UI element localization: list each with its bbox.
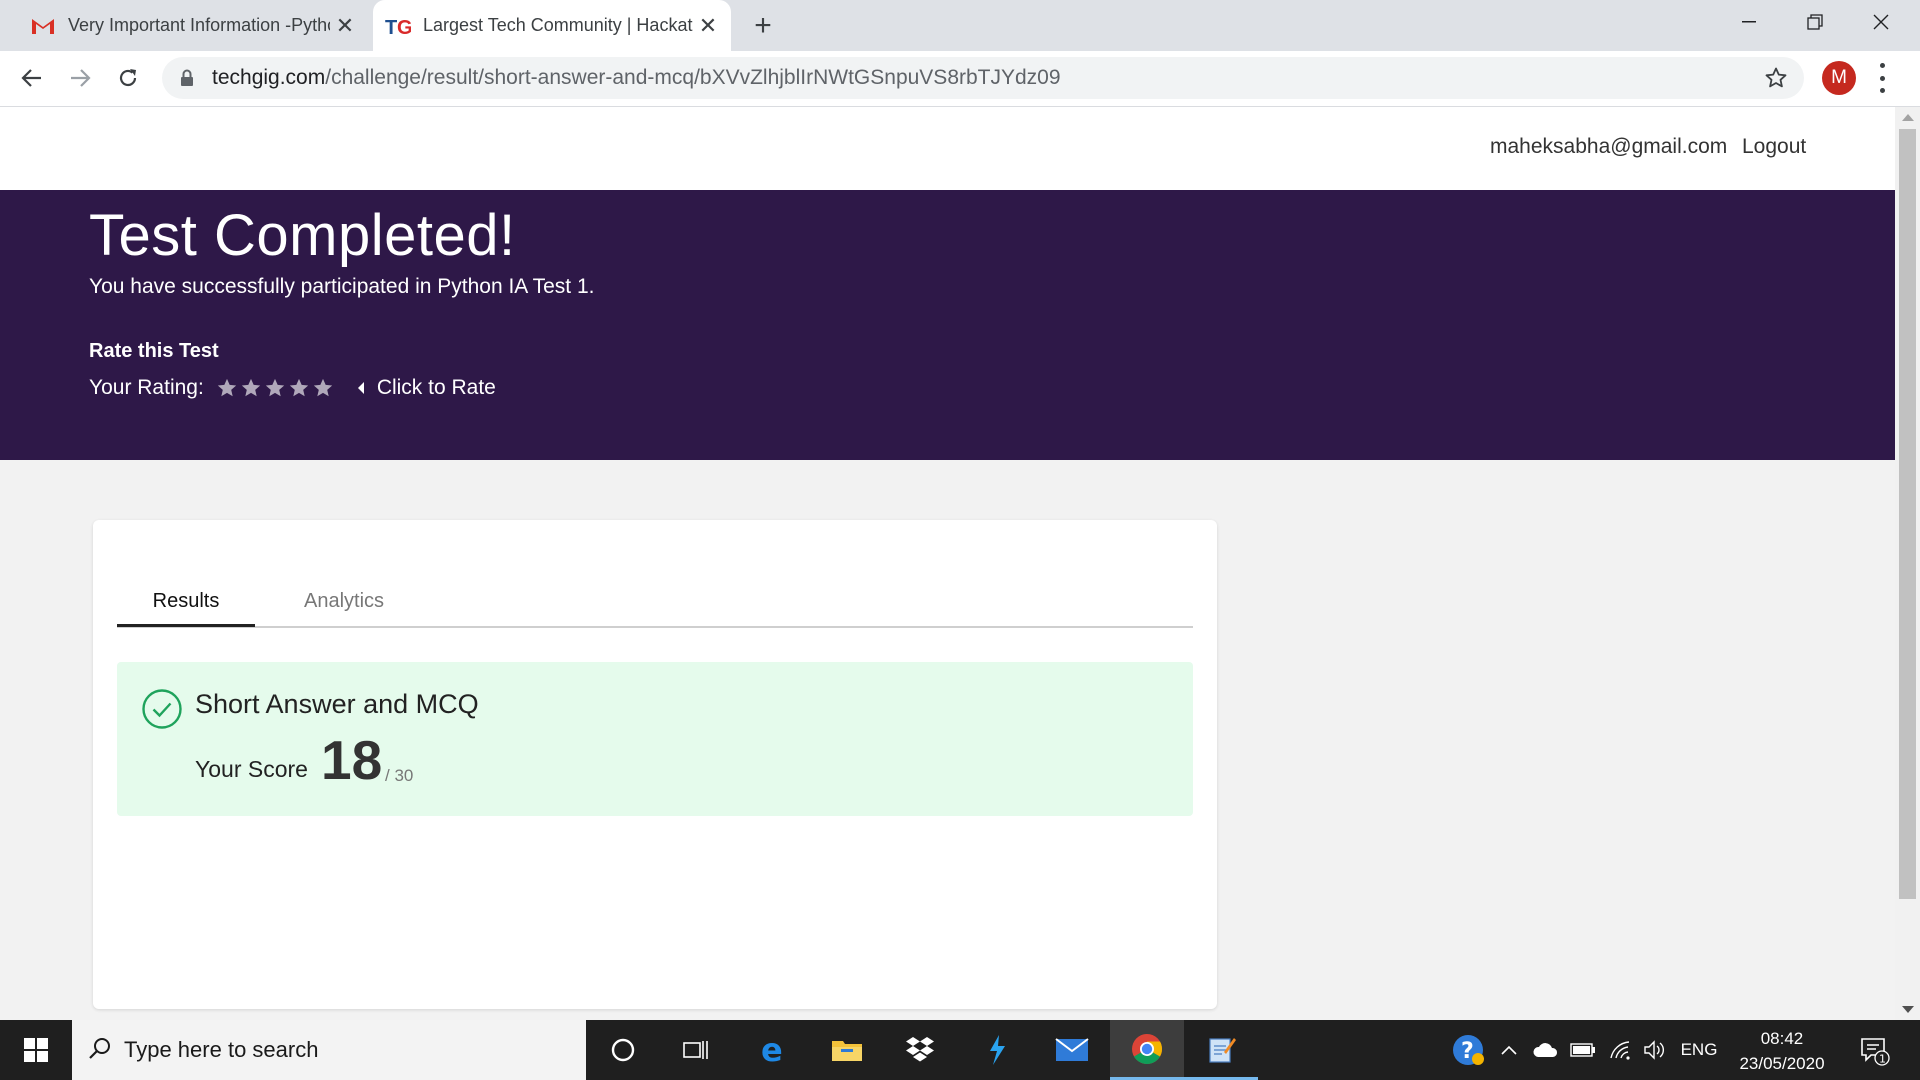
- search-placeholder: Type here to search: [124, 1037, 319, 1062]
- logout-link[interactable]: Logout: [1742, 135, 1806, 159]
- star-icon[interactable]: [288, 377, 310, 399]
- notification-count: 1: [1879, 1053, 1886, 1066]
- dropbox-icon[interactable]: [883, 1020, 957, 1080]
- page-viewport: maheksabha@gmail.com Logout Test Complet…: [0, 107, 1895, 1020]
- page-title: Test Completed!: [89, 203, 516, 268]
- svg-text:e: e: [761, 1035, 783, 1065]
- star-icon[interactable]: [312, 377, 334, 399]
- caret-left-icon: [357, 382, 364, 394]
- battery-icon[interactable]: [1568, 1020, 1598, 1080]
- rating-row: Your Rating: Click to Rate: [89, 376, 496, 400]
- score-total: / 30: [385, 766, 414, 785]
- browser-toolbar: techgig.com/challenge/result/short-answe…: [0, 51, 1920, 107]
- browser-tab-techgig[interactable]: TG Largest Tech Community | Hackathon ✕: [373, 0, 731, 51]
- section-title: Short Answer and MCQ: [195, 689, 479, 719]
- help-icon[interactable]: ?: [1446, 1020, 1490, 1080]
- svg-text:T: T: [385, 17, 397, 38]
- browser-tab-strip: Very Important Information -Python ✕ TG …: [0, 0, 1920, 51]
- user-email[interactable]: maheksabha@gmail.com: [1490, 135, 1727, 159]
- star-rating[interactable]: [216, 377, 336, 399]
- section-result: Short Answer and MCQ Your Score 18 / 30: [117, 662, 1193, 816]
- address-bar[interactable]: techgig.com/challenge/result/short-answe…: [162, 57, 1804, 99]
- click-to-rate-hint: Click to Rate: [376, 376, 496, 399]
- gmail-icon: [30, 13, 56, 39]
- restore-icon[interactable]: [1782, 0, 1848, 44]
- rate-heading: Rate this Test: [89, 340, 219, 362]
- clock-date: 23/05/2020: [1739, 1054, 1825, 1073]
- scrollbar-thumb[interactable]: [1899, 129, 1916, 899]
- techgig-icon: TG: [385, 13, 411, 39]
- forward-icon[interactable]: [62, 60, 98, 96]
- score-value: 18: [321, 729, 383, 791]
- taskbar-clock[interactable]: 08:42 23/05/2020: [1726, 1026, 1838, 1076]
- score-label: Your Score: [195, 756, 308, 782]
- taskbar-search-input[interactable]: Type here to search: [72, 1020, 586, 1080]
- edge-icon[interactable]: e: [737, 1020, 811, 1080]
- back-icon[interactable]: [14, 60, 50, 96]
- browser-tab-gmail[interactable]: Very Important Information -Python ✕: [18, 0, 368, 51]
- windows-taskbar: Type here to search e ? ENG 08:42 23/05/…: [0, 1020, 1920, 1080]
- task-view-icon[interactable]: [659, 1020, 733, 1080]
- search-icon: [88, 1036, 112, 1065]
- bookmark-star-icon[interactable]: [1764, 66, 1788, 95]
- notepad-app-icon[interactable]: [1184, 1020, 1258, 1080]
- mail-icon[interactable]: [1035, 1020, 1109, 1080]
- scroll-up-icon[interactable]: [1902, 114, 1914, 121]
- svg-text:?: ?: [1461, 1039, 1474, 1064]
- chrome-icon[interactable]: [1110, 1020, 1184, 1080]
- star-icon[interactable]: [216, 377, 238, 399]
- onedrive-icon[interactable]: [1530, 1020, 1560, 1080]
- language-indicator[interactable]: ENG: [1674, 1020, 1724, 1080]
- tab-analytics[interactable]: Analytics: [284, 590, 404, 626]
- lock-icon: [180, 69, 194, 92]
- star-icon[interactable]: [240, 377, 262, 399]
- results-tabs: Results Analytics: [117, 590, 1193, 628]
- check-circle-icon: [141, 688, 183, 735]
- rating-label: Your Rating:: [89, 376, 204, 399]
- tab-title: Largest Tech Community | Hackathon: [423, 15, 693, 35]
- minimize-icon[interactable]: [1716, 0, 1782, 44]
- url-text: techgig.com/challenge/result/short-answe…: [212, 66, 1061, 89]
- page-scrollbar[interactable]: [1895, 107, 1920, 1020]
- clock-time: 08:42: [1760, 1029, 1804, 1048]
- new-tab-button[interactable]: +: [745, 8, 781, 44]
- window-close-icon[interactable]: [1848, 0, 1914, 44]
- close-tab-icon[interactable]: ✕: [330, 13, 360, 39]
- windows-start-icon[interactable]: [0, 1020, 72, 1080]
- bolt-app-icon[interactable]: [960, 1020, 1034, 1080]
- chevron-up-icon[interactable]: [1496, 1020, 1522, 1080]
- profile-avatar[interactable]: M: [1822, 61, 1856, 95]
- wifi-icon[interactable]: [1606, 1020, 1636, 1080]
- results-card: Results Analytics Short Answer and MCQ Y…: [93, 520, 1217, 1009]
- completion-banner: Test Completed! You have successfully pa…: [0, 190, 1895, 460]
- cortana-icon[interactable]: [586, 1020, 660, 1080]
- close-tab-icon[interactable]: ✕: [693, 13, 723, 39]
- svg-text:G: G: [397, 17, 411, 38]
- scroll-down-icon[interactable]: [1902, 1006, 1914, 1013]
- tab-results[interactable]: Results: [117, 590, 255, 627]
- completion-message: You have successfully participated in Py…: [89, 275, 595, 298]
- reload-icon[interactable]: [110, 60, 146, 96]
- volume-icon[interactable]: [1640, 1020, 1670, 1080]
- star-icon[interactable]: [264, 377, 286, 399]
- tab-title: Very Important Information -Python: [68, 15, 330, 35]
- file-explorer-icon[interactable]: [810, 1020, 884, 1080]
- site-header: maheksabha@gmail.com Logout: [0, 107, 1895, 190]
- action-center-icon[interactable]: 1: [1852, 1020, 1896, 1080]
- browser-menu-icon[interactable]: [1876, 63, 1888, 93]
